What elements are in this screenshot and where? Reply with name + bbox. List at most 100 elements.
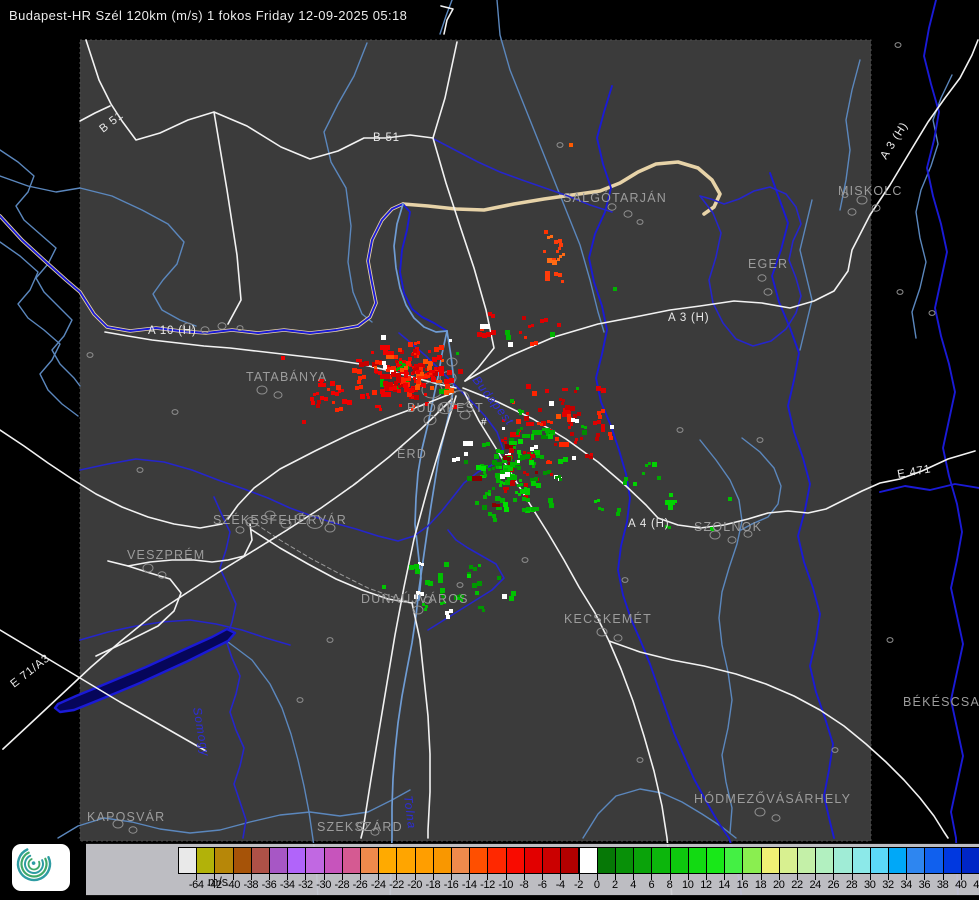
radar-echo-cell: [438, 578, 443, 583]
radar-echo-cell: [545, 430, 548, 433]
radar-echo-cell: [510, 432, 515, 437]
radar-echo-cell: [557, 258, 560, 261]
map-svg: SALGÓTARJÁNMISKOLCEGERTATABÁNYABUDAPESTÉ…: [0, 0, 979, 900]
radar-echo-cell: [444, 390, 449, 395]
radar-echo-cell: [541, 435, 545, 439]
legend-color-box: [852, 847, 871, 874]
radar-echo-cell: [509, 596, 514, 601]
radar-echo-cell: [524, 416, 529, 421]
radar-echo-cell: [524, 336, 527, 339]
legend-color-box: [833, 847, 852, 874]
radar-echo-cell: [492, 487, 495, 490]
radar-echo-cell: [548, 434, 553, 439]
radar-echo-cell: [380, 345, 385, 350]
radar-echo-cell: [444, 379, 449, 384]
radar-echo-cell: [559, 255, 562, 258]
radar-echo-cell: [358, 376, 362, 380]
radar-echo-cell: [413, 368, 416, 371]
radar-echo-cell: [531, 507, 535, 511]
radar-echo-cell: [513, 498, 517, 502]
radar-echo-cell: [336, 385, 341, 390]
radar-echo-cell: [526, 434, 530, 438]
radar-echo-cell: [509, 441, 513, 445]
radar-echo-cell: [550, 332, 555, 337]
radar-echo-cell: [399, 404, 402, 407]
radar-echo-cell: [372, 390, 377, 395]
radar-echo-cell: [558, 247, 561, 250]
radar-echo-cell: [520, 427, 523, 430]
radar-echo-cell: [378, 405, 381, 408]
legend-color-box: [761, 847, 780, 874]
radar-echo-cell: [437, 355, 442, 360]
radar-echo-cell: [316, 392, 319, 395]
legend-color-box: [688, 847, 707, 874]
radar-echo-cell: [486, 442, 490, 446]
legend-color-box: [906, 847, 925, 874]
radar-echo-cell: [505, 472, 510, 477]
legend-color-box: [287, 847, 306, 874]
radar-echo-cell: [574, 390, 577, 393]
radar-echo-cell: [504, 437, 507, 440]
radar-echo-cell: [473, 567, 477, 571]
legend-color-box: [560, 847, 579, 874]
city-label: BÉKÉSCSABA: [903, 694, 979, 709]
radar-echo-cell: [554, 272, 558, 276]
radar-echo-cell: [554, 240, 558, 244]
radar-echo-cell: [530, 342, 534, 346]
radar-echo-cell: [409, 565, 414, 570]
city-label: KAPOSVÁR: [87, 809, 165, 824]
radar-echo-cell: [386, 355, 390, 359]
radar-echo-cell: [416, 367, 419, 370]
road-label: A 3 (H): [668, 312, 709, 324]
radar-echo-cell: [540, 423, 543, 426]
city-label: HÓDMEZŐVÁSÁRHELY: [694, 791, 851, 806]
radar-echo-cell: [517, 460, 520, 463]
radar-echo-cell: [505, 480, 510, 485]
radar-echo-cell: [390, 351, 394, 355]
radar-echo-cell: [380, 389, 385, 394]
radar-echo-cell: [484, 474, 487, 477]
radar-echo-cell: [408, 357, 412, 361]
legend-color-box: [615, 847, 634, 874]
radar-echo-cell: [535, 450, 540, 455]
radar-echo-cell: [492, 460, 497, 465]
radar-echo-cell: [537, 430, 542, 435]
legend-color-box: [305, 847, 324, 874]
radar-echo-cell: [360, 394, 365, 399]
radar-echo-cell: [536, 483, 541, 488]
map-title: Budapest-HR Szél 120km (m/s) 1 fokos Fri…: [9, 8, 407, 23]
radar-echo-cell: [456, 352, 459, 355]
radar-echo-cell: [352, 368, 357, 373]
radar-echo-cell: [412, 371, 415, 374]
radar-echo-cell: [320, 396, 324, 400]
radar-echo-cell: [527, 488, 530, 491]
radar-echo-cell: [379, 408, 382, 411]
radar-echo-cell: [342, 399, 347, 404]
radar-echo-cell: [499, 507, 502, 510]
radar-echo-cell: [548, 498, 553, 503]
scale-tick-label: 42: [966, 879, 979, 891]
legend-color-box: [214, 847, 233, 874]
radar-echo-cell: [414, 395, 419, 400]
city-label: SZOLNOK: [694, 520, 762, 534]
radar-echo-cell: [559, 398, 562, 401]
radar-echo-cell: [391, 372, 396, 377]
radar-echo-cell: [520, 455, 525, 460]
radar-echo-cell: [357, 380, 361, 384]
radar-echo-cell: [397, 389, 401, 393]
radar-echo-cell: [728, 497, 732, 501]
radar-echo-cell: [482, 443, 486, 447]
radar-echo-cell: [522, 508, 526, 512]
radar-echo-cell: [281, 356, 285, 360]
radar-echo-cell: [624, 477, 628, 481]
radar-echo-cell: [386, 392, 391, 397]
radar-echo-cell: [458, 369, 463, 374]
radar-echo-cell: [390, 355, 394, 359]
radar-echo-cell: [559, 442, 564, 447]
radar-echo-cell: [571, 418, 575, 422]
radar-echo-cell: [569, 143, 573, 147]
radar-echo-cell: [555, 437, 559, 441]
radar-echo-cell: [366, 393, 369, 396]
radar-echo-cell: [449, 388, 454, 393]
legend-color-box: [415, 847, 434, 874]
